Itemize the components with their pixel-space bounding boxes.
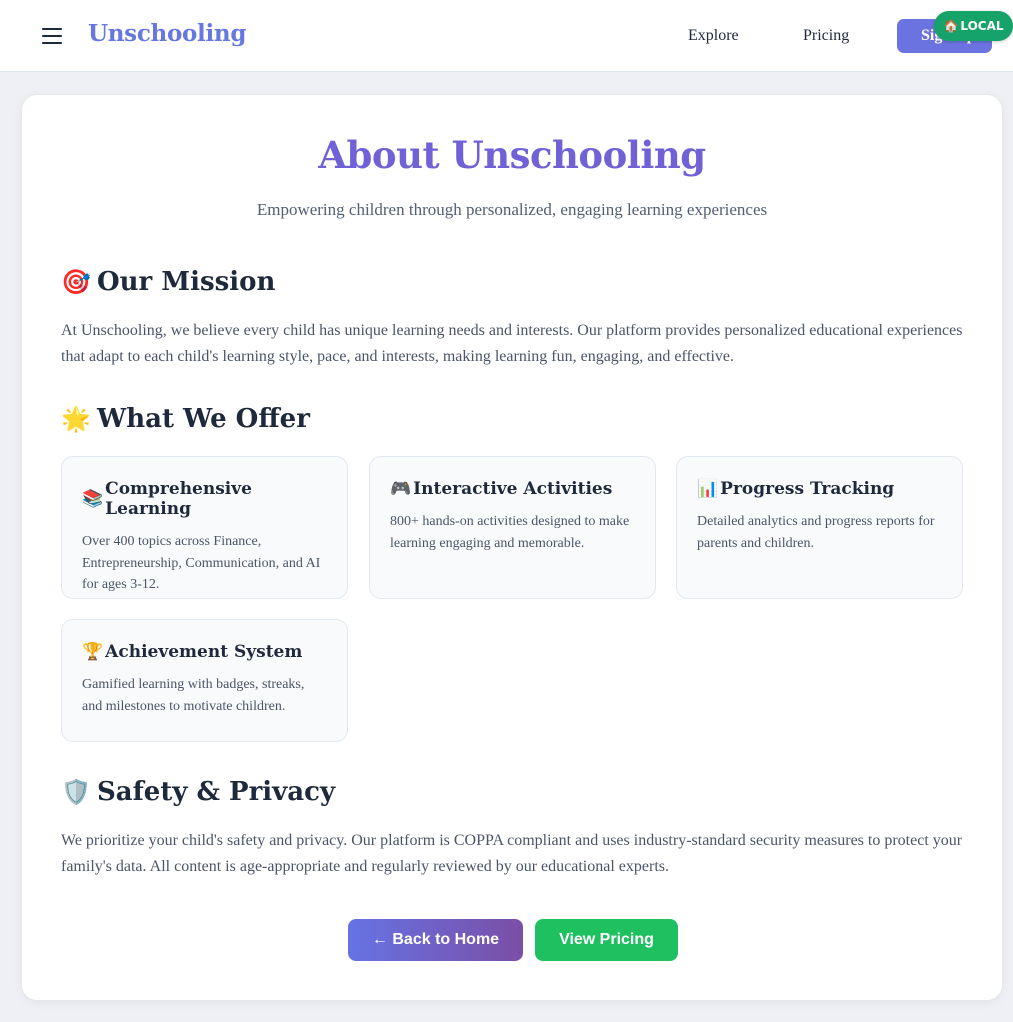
trophy-icon: 🏆 (82, 642, 104, 662)
safety-text: We prioritize your child's safety and pr… (61, 832, 963, 875)
nav-pricing[interactable]: Pricing (803, 27, 849, 45)
game-controller-icon: 🎮 (390, 479, 412, 499)
safety-heading: 🛡️ Safety & Privacy (61, 777, 335, 807)
offer-card-interactive-activities: 🎮 Interactive Activities 800+ hands-on a… (369, 456, 656, 599)
offer-card-description: Over 400 topics across Finance, Entrepre… (82, 534, 321, 592)
offer-card-achievement-system: 🏆 Achievement System Gamified learning w… (61, 619, 348, 742)
view-pricing-button[interactable]: View Pricing (535, 919, 678, 961)
home-icon: 🏠 (943, 19, 959, 33)
local-badge: 🏠 LOCAL (934, 11, 1013, 41)
top-navigation-bar: Unschooling Explore Pricing Sign Up 🏠 LO… (0, 0, 1013, 72)
nav-explore[interactable]: Explore (688, 27, 739, 45)
page-subtitle: Empowering children through personalized… (256, 200, 768, 219)
mission-heading-label: Our Mission (97, 267, 276, 297)
offer-card-title: 📊 Progress Tracking (697, 479, 942, 499)
offer-heading-label: What We Offer (97, 404, 310, 434)
mission-text: At Unschooling, we believe every child h… (61, 322, 963, 365)
menu-icon[interactable] (42, 28, 62, 44)
offer-card-title-label: Achievement System (105, 642, 303, 662)
offer-card-title: 📚 Comprehensive Learning (82, 479, 327, 519)
target-icon: 🎯 (61, 268, 91, 296)
brand-logo[interactable]: Unschooling (88, 20, 246, 47)
mission-heading: 🎯 Our Mission (61, 267, 275, 297)
offer-card-comprehensive-learning: 📚 Comprehensive Learning Over 400 topics… (61, 456, 348, 599)
offer-heading: 🌟 What We Offer (61, 404, 310, 434)
local-badge-label: LOCAL (960, 19, 1004, 33)
star-icon: 🌟 (61, 405, 91, 433)
shield-icon: 🛡️ (61, 778, 91, 806)
bar-chart-icon: 📊 (697, 479, 719, 499)
offer-card-title-label: Progress Tracking (720, 479, 895, 499)
page-title: About Unschooling (318, 133, 706, 177)
about-card: About Unschooling Empowering children th… (21, 94, 1003, 1001)
offer-card-title: 🏆 Achievement System (82, 642, 327, 662)
offer-card-description: Detailed analytics and progress reports … (697, 514, 935, 551)
offer-card-title: 🎮 Interactive Activities (390, 479, 635, 499)
offer-card-progress-tracking: 📊 Progress Tracking Detailed analytics a… (676, 456, 963, 599)
offer-card-title-label: Interactive Activities (413, 479, 613, 499)
safety-heading-label: Safety & Privacy (97, 777, 336, 807)
offer-card-description: 800+ hands-on activities designed to mak… (390, 514, 630, 551)
offer-card-description: Gamified learning with badges, streaks, … (82, 677, 305, 714)
books-icon: 📚 (82, 489, 104, 509)
offer-card-title-label: Comprehensive Learning (105, 479, 252, 519)
back-to-home-button[interactable]: ← Back to Home (348, 919, 523, 961)
